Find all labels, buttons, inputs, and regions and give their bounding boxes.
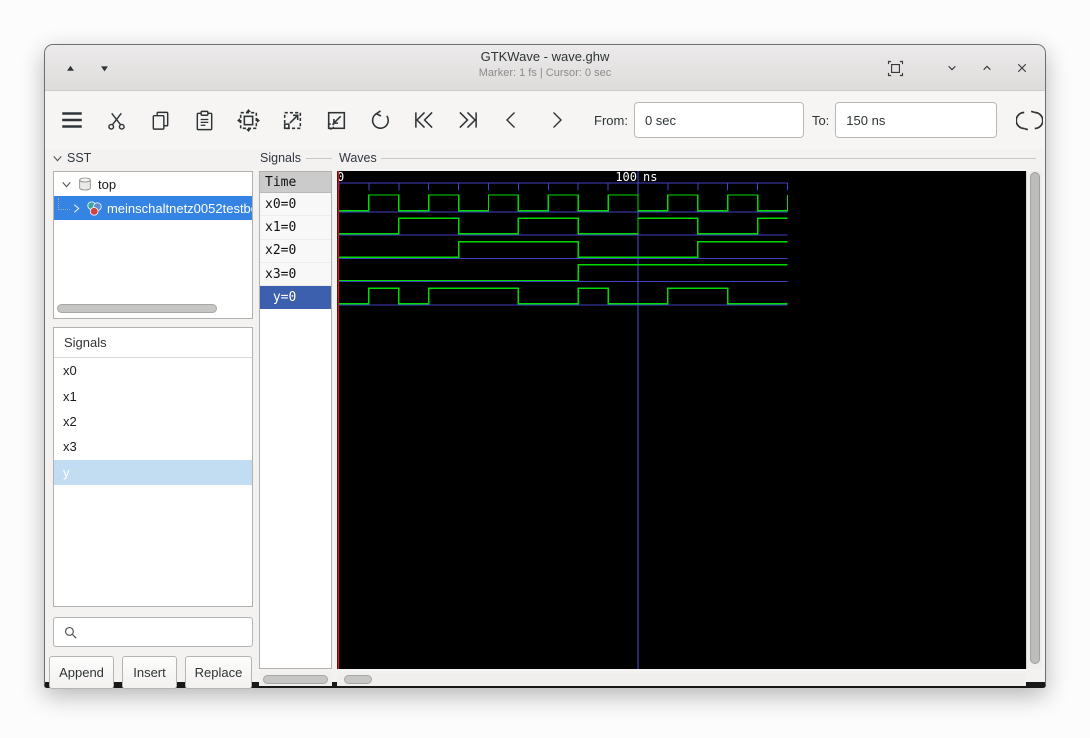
triangle-down-icon [97,61,112,76]
maximize-button[interactable] [974,54,1000,82]
chevron-down-icon[interactable] [60,178,73,191]
signal-name-rows: x0 =0 x1 =0 x2 =0 x3 =0 y =0 [260,193,331,310]
toolbar-cut-button[interactable] [102,106,130,134]
prev-edge-icon [500,108,524,132]
signal-name-row-x1[interactable]: x1 =0 [260,216,331,240]
chevron-right-icon[interactable] [70,202,83,215]
maximize-icon [977,58,997,78]
reload-icon [1015,107,1043,134]
menu-icon [59,107,85,133]
titlebar[interactable]: GTKWave - wave.ghw Marker: 1 fs | Cursor… [45,45,1045,91]
fullscreen-button[interactable] [882,54,908,82]
svg-text:ns: ns [643,171,657,184]
sst-frame-label[interactable]: SST [51,151,91,165]
toolbar-zoom-in-button[interactable] [278,106,306,134]
triangle-down-button[interactable] [91,54,117,82]
waveform-canvas[interactable]: 0 100 ns [337,171,1026,669]
desktop: GTKWave - wave.ghw Marker: 1 fs | Cursor… [0,0,1090,738]
zoom-fit-icon [236,108,261,133]
toolbar-copy-button[interactable] [146,106,174,134]
signal-list-item-x0[interactable]: x0 [54,358,252,383]
toolbar-paste-button[interactable] [190,106,218,134]
gtkwave-window: GTKWave - wave.ghw Marker: 1 fs | Cursor… [44,44,1046,689]
time-column-header[interactable]: Time [260,172,331,193]
signal-list-item-x2[interactable]: x2 [54,409,252,434]
names-hscroll-track [259,673,332,686]
signal-list-item-y[interactable]: y [54,459,252,485]
copy-icon [149,109,172,132]
minimize-button[interactable] [939,54,965,82]
svg-text:100: 100 [615,171,637,184]
minimize-icon [942,58,962,78]
toolbar-fast-forward-button[interactable] [454,106,482,134]
undo-icon [368,108,393,133]
toolbar-prev-edge-button[interactable] [498,106,526,134]
signal-search-list: Signals x0 x1 x2 x3 y [53,327,253,607]
fast-backward-icon [411,107,437,133]
tree-label: top [98,176,117,192]
waves-frame-label: Waves [339,151,377,165]
zoom-out-icon [324,108,349,133]
cut-icon [105,109,128,132]
chevron-down-icon [51,152,64,165]
signal-name-row-x0[interactable]: x0 =0 [260,193,331,217]
toolbar-zoom-out-button[interactable] [322,106,350,134]
signal-name-row-x3[interactable]: x3 =0 [260,262,331,287]
close-button[interactable] [1009,54,1035,82]
signals-frame-label: Signals [260,151,301,165]
tree-row-top[interactable]: top [54,172,252,196]
toolbar: From: To: [45,91,1045,149]
toolbar-fast-backward-button[interactable] [410,106,438,134]
triangle-up-icon [63,61,78,76]
signal-list-header: Signals [54,328,252,358]
component-icon [86,200,103,217]
to-input[interactable] [835,102,998,138]
waves-vertical-scrollbar[interactable] [1030,172,1040,664]
signal-search-box [53,617,261,647]
titlebar-right-controls [882,54,1035,82]
waves-vscroll-track [1026,171,1042,669]
signal-list-item-x3[interactable]: x3 [54,434,252,459]
insert-button[interactable]: Insert [122,656,177,689]
reload-button[interactable] [1013,103,1045,137]
search-input[interactable] [85,619,261,645]
signal-names-panel: Time x0 =0 x1 =0 x2 =0 x3 =0 y =0 [259,171,332,669]
from-label: From: [594,112,628,128]
toolbar-next-edge-button[interactable] [542,106,570,134]
waves-hscroll-track [337,673,1026,686]
paste-icon [193,109,216,132]
to-label: To: [811,112,830,128]
signal-name-row-y[interactable]: y =0 [260,286,331,310]
search-icon [62,624,79,641]
toolbar-menu-button[interactable] [58,106,86,134]
signal-name-row-x2[interactable]: x2 =0 [260,239,331,263]
toolbar-icon-group [58,106,586,134]
append-button[interactable]: Append [49,656,114,689]
close-icon [1012,58,1032,78]
signal-list-item-x1[interactable]: x1 [54,383,252,408]
toolbar-undo-button[interactable] [366,106,394,134]
fullscreen-icon [885,58,906,79]
signals-frame-line [306,158,332,159]
module-icon [77,176,93,192]
signal-action-buttons: Append Insert Replace [49,656,253,689]
triangle-up-button[interactable] [57,54,83,82]
sst-label-text: SST [67,151,92,165]
waves-horizontal-scrollbar[interactable] [344,675,372,684]
zoom-in-icon [280,108,305,133]
from-input[interactable] [633,102,804,138]
waves-frame-line [381,158,1036,159]
fast-forward-icon [455,107,481,133]
replace-button[interactable]: Replace [185,656,252,689]
sst-tree: top meinschaltnetz0052testbench [53,171,253,319]
titlebar-left-controls [57,54,117,82]
next-edge-icon [544,108,568,132]
signal-list-rows: x0 x1 x2 x3 y [54,358,252,485]
toolbar-zoom-fit-button[interactable] [234,106,262,134]
tree-row-testbench[interactable]: meinschaltnetz0052testbench [54,196,252,220]
tree-label: meinschaltnetz0052testbench [106,200,252,216]
tree-guide-line [58,198,70,210]
names-horizontal-scrollbar[interactable] [263,675,328,684]
sst-horizontal-scrollbar[interactable] [57,304,217,313]
